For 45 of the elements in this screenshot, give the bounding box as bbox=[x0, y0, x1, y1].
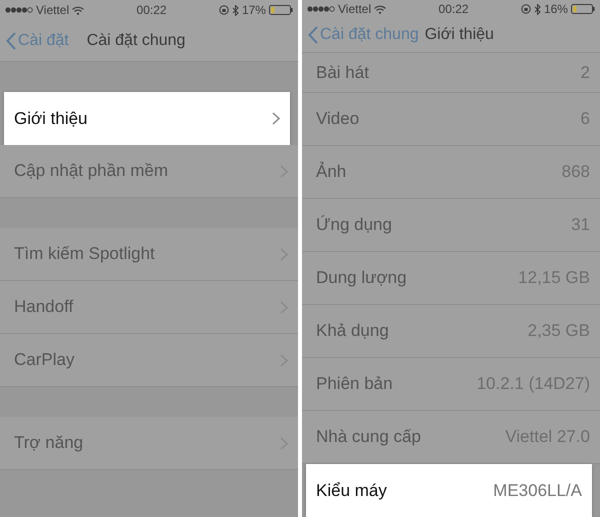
row-label: CarPlay bbox=[14, 349, 74, 372]
row-label: Phiên bản bbox=[316, 373, 393, 396]
settings-row[interactable]: Handoff bbox=[0, 281, 298, 334]
settings-row[interactable]: Trợ năng bbox=[0, 417, 298, 470]
settings-row[interactable]: Giới thiệu bbox=[4, 92, 290, 145]
row-label: Trợ năng bbox=[14, 432, 84, 454]
row-label: Tìm kiếm Spotlight bbox=[14, 243, 155, 266]
carrier-name: Viettel bbox=[338, 1, 372, 18]
rotation-lock-icon bbox=[218, 5, 229, 15]
battery-percent: 16% bbox=[544, 1, 568, 18]
row-label: Ảnh bbox=[316, 160, 346, 184]
status-time: 00:22 bbox=[136, 2, 167, 19]
back-chevron-icon bbox=[6, 32, 16, 50]
row-label: Video bbox=[316, 108, 360, 130]
status-time: 00:22 bbox=[438, 1, 469, 18]
row-label: Khả dụng bbox=[316, 320, 389, 342]
back-button[interactable]: Cài đặt chung bbox=[308, 23, 419, 47]
screen-title: Cài đặt chung bbox=[86, 30, 186, 50]
battery-icon bbox=[570, 4, 595, 14]
back-chevron-icon bbox=[308, 26, 318, 44]
signal-icon bbox=[5, 7, 33, 13]
row-label: Nhà cung cấp bbox=[316, 426, 421, 448]
row-label: Cập nhật phần mềm bbox=[14, 160, 168, 182]
settings-row[interactable]: CarPlay bbox=[0, 334, 298, 387]
settings-row[interactable]: Cập nhật phần mềm bbox=[0, 145, 298, 198]
bluetooth-icon bbox=[534, 4, 541, 14]
battery-icon bbox=[268, 5, 293, 15]
rotation-lock-icon bbox=[520, 4, 531, 14]
row-label: Kiểu máy bbox=[316, 480, 387, 502]
row-label: Bài hát bbox=[316, 62, 369, 84]
wifi-icon bbox=[374, 4, 386, 14]
screen-title: Giới thiệu bbox=[424, 25, 494, 45]
bluetooth-icon bbox=[232, 4, 239, 16]
row-label: Dung lượng bbox=[316, 267, 407, 290]
chevron-icon bbox=[272, 112, 280, 125]
back-button[interactable]: Cài đặt bbox=[6, 28, 69, 52]
row-label: Handoff bbox=[14, 296, 74, 318]
row-label: Ứng dụng bbox=[316, 214, 392, 236]
battery-percent: 17% bbox=[242, 2, 266, 19]
row-value: ME306LL/A bbox=[493, 480, 582, 502]
row-label: Giới thiệu bbox=[14, 108, 88, 130]
wifi-icon bbox=[72, 6, 84, 14]
settings-row[interactable]: Tìm kiếm Spotlight bbox=[0, 228, 298, 281]
signal-icon bbox=[307, 6, 335, 12]
carrier-name: Viettel bbox=[36, 2, 70, 19]
